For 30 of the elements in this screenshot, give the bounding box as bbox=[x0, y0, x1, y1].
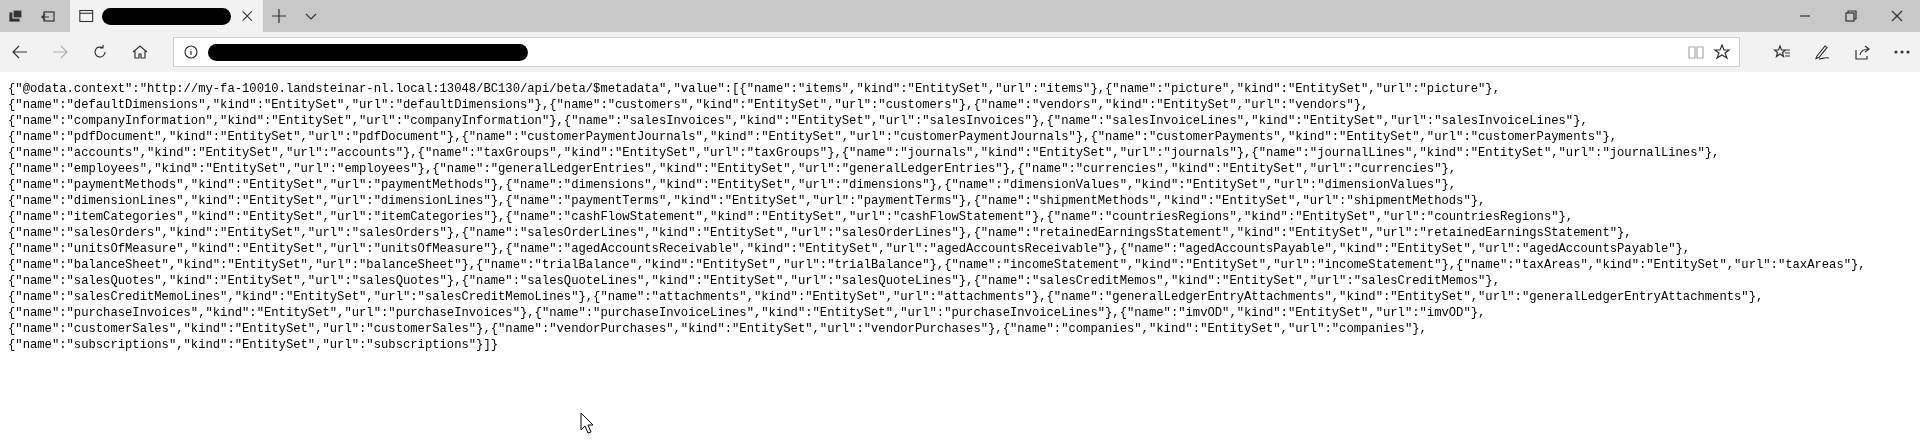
json-text-line: {"name":"unitsOfMeasure","kind":"EntitySet","url":"unitsOfMeasure"},{"name":"agedAccountsReceivable","kind":"EntitySet","url":"agedAccountsReceivable"},{"name":"agedAccountsPayable","kind":"EntitySet","url":"agedAccountsPayable"}, bbox=[8, 241, 1692, 257]
json-text-line: {"name":"companyInformation","kind":"EntitySet","url":"companyInformation"},{"name":"salesInvoices","kind":"EntitySet","url":"salesInvoices"},{"name":"salesInvoiceLines","kind":"EntitySet","url":"salesInvoiceLines"}, bbox=[8, 113, 1589, 129]
json-text-line: {"name":"employees","kind":"EntitySet","url":"employees"},{"name":"generalLedgerEntries","kind":"EntitySet","url":"generalLedgerEntries"},{"name":"currencies","kind":"EntitySet","url":"currencies"}, bbox=[8, 161, 1458, 177]
json-text-line: {"name":"purchaseInvoices","kind":"EntitySet","url":"purchaseInvoices"},{"name":"purchaseInvoiceLines","kind":"EntitySet","url":"purchaseInvoiceLines"},{"name":"imvOD","kind":"EntitySet","url":"imvOD"}, bbox=[8, 305, 1487, 321]
mouse-cursor-icon bbox=[580, 412, 594, 434]
share-icon[interactable] bbox=[1853, 43, 1872, 61]
json-text-line: {"name":"salesOrders","kind":"EntitySet","url":"salesOrders"},{"name":"salesOrderLines","kind":"EntitySet","url":"salesOrderLines"},{"name":"retainedEarningsStatement","kind":"EntitySet","url":"retainedEarningsStatement"}, bbox=[8, 225, 1633, 241]
info-icon bbox=[181, 43, 200, 61]
json-text-line: {"name":"defaultDimensions","kind":"EntitySet","url":"defaultDimensions"},{"name":"customers","kind":"EntitySet","url":"customers"},{"name":"vendors","kind":"EntitySet","url":"vendors"}, bbox=[8, 97, 1370, 113]
json-text-line: {"name":"balanceSheet","kind":"EntitySet","url":"balanceSheet"},{"name":"trialBalance","kind":"EntitySet","url":"trialBalance"},{"name":"incomeStatement","kind":"EntitySet","url":"incomeStatement"},{"name":"taxAreas","kind":"EntitySet","url":"taxAreas"}, bbox=[8, 257, 1867, 273]
json-text-line: {"name":"itemCategories","kind":"EntitySet","url":"itemCategories"},{"name":"cashFlowStatement","kind":"EntitySet","url":"cashFlowStatement"},{"name":"countriesRegions","kind":"EntitySet","url":"countriesRegions"}, bbox=[8, 209, 1575, 225]
tabs-icon[interactable] bbox=[7, 7, 25, 25]
json-text-line: {"name":"paymentMethods","kind":"EntitySet","url":"paymentMethods"},{"name":"dimensions","kind":"EntitySet","url":"dimensions"},{"name":"dimensionValues","kind":"EntitySet","url":"dimensionValues"}, bbox=[8, 177, 1458, 193]
json-text-line: {"name":"customerSales","kind":"EntitySet","url":"customerSales"},{"name":"vendorPurchases","kind":"EntitySet","url":"vendorPurchases"},{"name":"companies","kind":"EntitySet","url":"companies"}, bbox=[8, 321, 1428, 337]
home-icon[interactable] bbox=[130, 43, 149, 61]
json-text-line: {"name":"dimensionLines","kind":"EntitySet","url":"dimensionLines"},{"name":"paymentTerms","kind":"EntitySet","url":"paymentTerms"},{"name":"shipmentMethods","kind":"EntitySet","url":"shipmentMethods"}, bbox=[8, 193, 1487, 209]
json-text-line: {"name":"pdfDocument","kind":"EntitySet","url":"pdfDocument"},{"name":"customerPaymentJournals","kind":"EntitySet","url":"customerPaymentJournals"},{"name":"customerPayments","kind":"EntitySet","url":"customerPayments"}, bbox=[8, 129, 1618, 145]
restore-icon[interactable] bbox=[1842, 7, 1860, 25]
browser-tab[interactable] bbox=[70, 0, 263, 32]
new-tab-icon[interactable] bbox=[270, 7, 288, 25]
json-text-line: {"@odata.context":"http://my-fa-10010.landsteinar-nl.local:13048/BC130/api/beta/$metadata","value":[{"name":"items","kind":"EntitySet","url":"items"},{"name":"picture","kind":"EntitySet","url":"picture"}, bbox=[8, 81, 1501, 97]
json-text-line: {"name":"salesCreditMemoLines","kind":"EntitySet","url":"salesCreditMemoLines"},{"name":"attachments","kind":"EntitySet","url":"attachments"},{"name":"generalLedgerEntryAttachments","kind":"EntitySet","url":"generalLedgerEntryAttachments"}, bbox=[8, 289, 1765, 305]
json-text-line: {"name":"salesQuotes","kind":"EntitySet","url":"salesQuotes"},{"name":"salesQuoteLines","kind":"EntitySet","url":"salesQuoteLines"},{"name":"salesCreditMemos","kind":"EntitySet","url":"salesCreditMemos"}, bbox=[8, 273, 1501, 289]
page-icon bbox=[78, 7, 95, 25]
json-text-line: {"name":"accounts","kind":"EntitySet","url":"accounts"},{"name":"taxGroups","kind":"EntitySet","url":"taxGroups"},{"name":"journals","kind":"EntitySet","url":"journals"},{"name":"journalLines","kind":"EntitySet","url":"journalLines"}, bbox=[8, 145, 1721, 161]
pen-icon[interactable] bbox=[1813, 43, 1832, 61]
star-icon[interactable] bbox=[1713, 43, 1732, 61]
address-bar[interactable] bbox=[172, 37, 1741, 67]
back-icon[interactable] bbox=[11, 43, 29, 61]
json-text-line: {"name":"subscriptions","kind":"EntitySet","url":"subscriptions"}]} bbox=[8, 337, 500, 353]
